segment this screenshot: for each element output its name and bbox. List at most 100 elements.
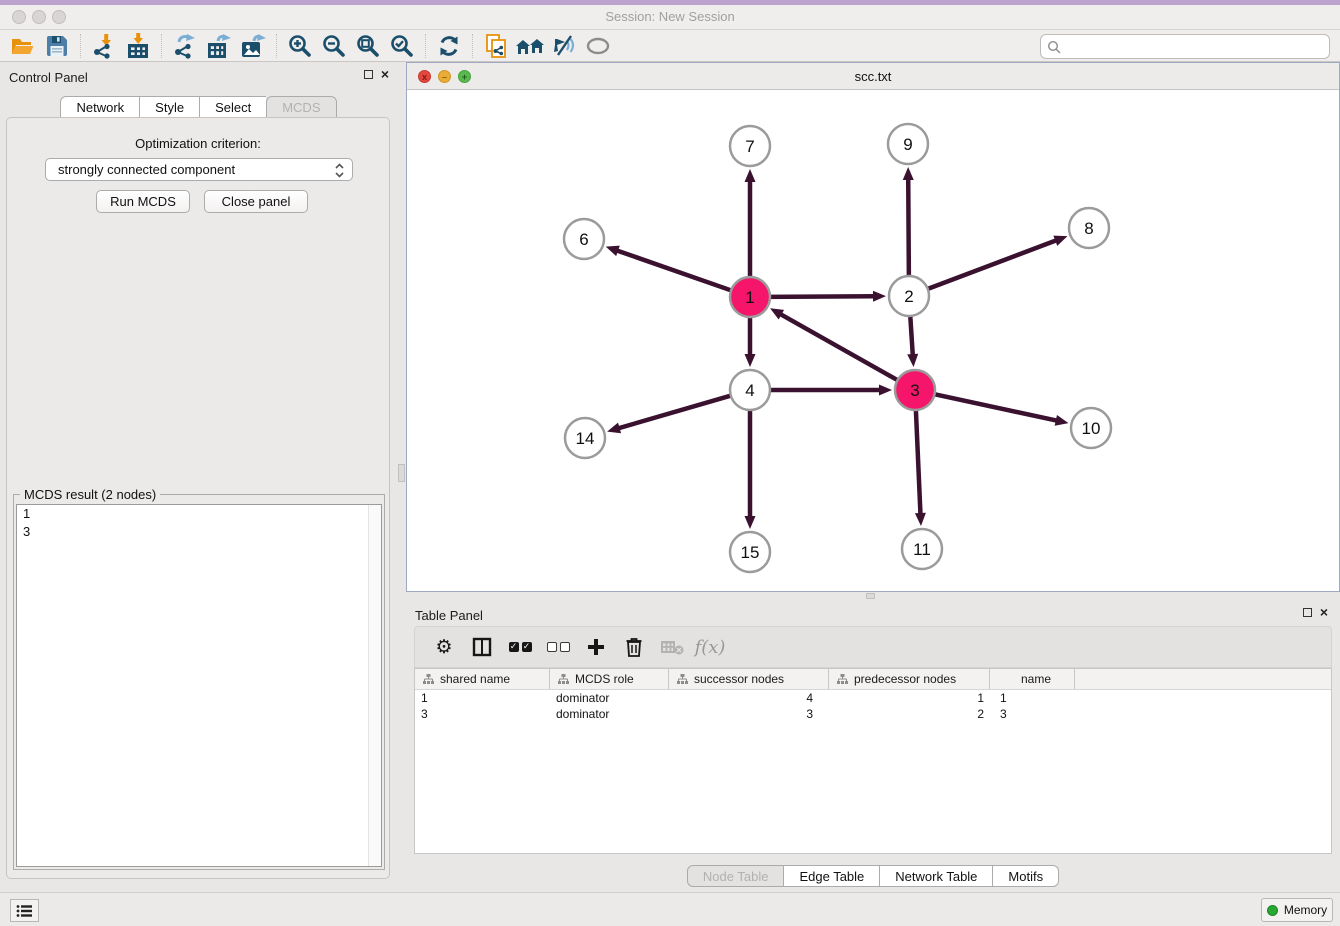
search-icon	[1047, 40, 1061, 54]
function-builder-button[interactable]: f(x)	[691, 632, 729, 662]
optimization-criterion-label: Optimization criterion:	[7, 136, 389, 151]
column-label: name	[1021, 672, 1051, 686]
trash-icon	[624, 636, 644, 658]
edge-1-2[interactable]	[768, 296, 875, 297]
network-canvas[interactable]: 7968124314101511	[407, 90, 1339, 591]
duplicate-network-icon	[483, 33, 509, 59]
arrowhead-4-15	[745, 516, 756, 529]
search-input[interactable]	[1065, 40, 1323, 54]
label-visibility-button[interactable]	[547, 32, 581, 60]
search-field[interactable]	[1040, 34, 1330, 59]
table-settings-button[interactable]: ⚙	[425, 632, 463, 662]
edge-3-10[interactable]	[933, 394, 1058, 421]
open-session-button[interactable]	[6, 32, 40, 60]
import-table-button[interactable]	[121, 32, 155, 60]
tab-network[interactable]: Network	[60, 96, 139, 118]
edge-3-11[interactable]	[916, 408, 921, 515]
delete-column-button[interactable]	[615, 632, 653, 662]
zoom-fit-button[interactable]	[351, 32, 385, 60]
first-neighbors-button[interactable]	[513, 32, 547, 60]
graph-node-label-1: 1	[745, 288, 754, 307]
graphics-details-button[interactable]	[581, 32, 615, 60]
cell-predecessor-nodes: 1	[829, 690, 990, 706]
tab-node-table[interactable]: Node Table	[687, 865, 784, 887]
save-session-button[interactable]	[40, 32, 74, 60]
select-all-button[interactable]: ✓ ✓	[501, 632, 539, 662]
column-header-mcds-role[interactable]: MCDS role	[550, 669, 669, 689]
float-panel-icon[interactable]	[364, 70, 373, 79]
refresh-button[interactable]	[432, 32, 466, 60]
close-panel-button[interactable]: Close panel	[204, 190, 308, 213]
application-window: Session: New Session	[0, 0, 1340, 926]
tree-icon	[677, 674, 688, 685]
edge-2-8[interactable]	[926, 240, 1057, 290]
toolbar-separator	[425, 34, 426, 58]
main-toolbar	[0, 30, 1340, 62]
control-panel: Control Panel × Network Style Select MCD…	[0, 62, 397, 892]
table-row[interactable]: 3 dominator 3 2 3	[415, 706, 1331, 722]
edge-2-3[interactable]	[910, 314, 913, 356]
arrowhead-1-7	[745, 169, 756, 182]
import-network-icon	[91, 33, 117, 59]
tab-network-table[interactable]: Network Table	[879, 865, 992, 887]
result-scrollbar[interactable]	[368, 505, 381, 866]
close-panel-icon[interactable]: ×	[1320, 607, 1328, 617]
memory-status-icon	[1267, 905, 1278, 916]
edge-1-6[interactable]	[616, 250, 733, 291]
export-network-button[interactable]	[168, 32, 202, 60]
mcds-result-list[interactable]: 1 3	[16, 504, 382, 867]
memory-button[interactable]: Memory	[1261, 898, 1333, 922]
tab-style[interactable]: Style	[139, 96, 199, 118]
zoom-in-button[interactable]	[283, 32, 317, 60]
save-icon	[44, 33, 70, 59]
create-column-button[interactable]	[577, 632, 615, 662]
horizontal-splitter[interactable]	[406, 592, 1340, 600]
close-panel-icon[interactable]: ×	[381, 69, 389, 79]
zoom-selected-button[interactable]	[385, 32, 419, 60]
export-table-icon	[206, 33, 232, 59]
column-header-predecessor-nodes[interactable]: predecessor nodes	[829, 669, 990, 689]
duplicate-network-button[interactable]	[479, 32, 513, 60]
vertical-splitter[interactable]	[397, 62, 406, 892]
tab-edge-table[interactable]: Edge Table	[783, 865, 879, 887]
splitter-grip[interactable]	[398, 464, 405, 482]
task-history-button[interactable]	[10, 899, 39, 922]
column-header-successor-nodes[interactable]: successor nodes	[669, 669, 829, 689]
node-table: shared name MCDS role successor nodes	[414, 668, 1332, 854]
arrowhead-1-4	[745, 354, 756, 367]
column-label: successor nodes	[694, 672, 784, 686]
tab-motifs[interactable]: Motifs	[992, 865, 1059, 887]
fx-icon: f(x)	[695, 637, 726, 658]
splitter-grip[interactable]	[866, 593, 875, 599]
arrowhead-4-3	[879, 385, 892, 396]
import-network-button[interactable]	[87, 32, 121, 60]
show-columns-button[interactable]	[463, 632, 501, 662]
column-header-name[interactable]: name	[990, 669, 1075, 689]
export-image-button[interactable]	[236, 32, 270, 60]
export-table-button[interactable]	[202, 32, 236, 60]
network-view-title: scc.txt	[407, 69, 1339, 84]
graph-node-label-4: 4	[745, 381, 754, 400]
edge-2-9[interactable]	[908, 178, 909, 278]
delete-table-button[interactable]	[653, 632, 691, 662]
run-mcds-button[interactable]: Run MCDS	[96, 190, 190, 213]
network-graph[interactable]: 7968124314101511	[407, 90, 1339, 591]
column-header-shared-name[interactable]: shared name	[415, 669, 550, 689]
tab-mcds[interactable]: MCDS	[266, 96, 336, 118]
arrowhead-2-9	[903, 167, 914, 180]
graph-node-label-15: 15	[741, 543, 760, 562]
unselect-all-button[interactable]	[539, 632, 577, 662]
criterion-select[interactable]: strongly connected component	[45, 158, 353, 181]
edge-4-14[interactable]	[618, 395, 733, 428]
float-panel-icon[interactable]	[1303, 608, 1312, 617]
tab-select[interactable]: Select	[199, 96, 266, 118]
checked-box-icon: ✓	[509, 642, 519, 652]
table-row[interactable]: 1 dominator 4 1 1	[415, 690, 1331, 706]
zoom-out-button[interactable]	[317, 32, 351, 60]
cell-mcds-role: dominator	[550, 706, 669, 722]
cell-mcds-role: dominator	[550, 690, 669, 706]
mcds-result-group: MCDS result (2 nodes) 1 3	[13, 494, 385, 870]
delete-table-icon	[660, 638, 684, 656]
zoom-selected-icon	[389, 33, 415, 59]
edge-3-1[interactable]	[780, 314, 900, 381]
